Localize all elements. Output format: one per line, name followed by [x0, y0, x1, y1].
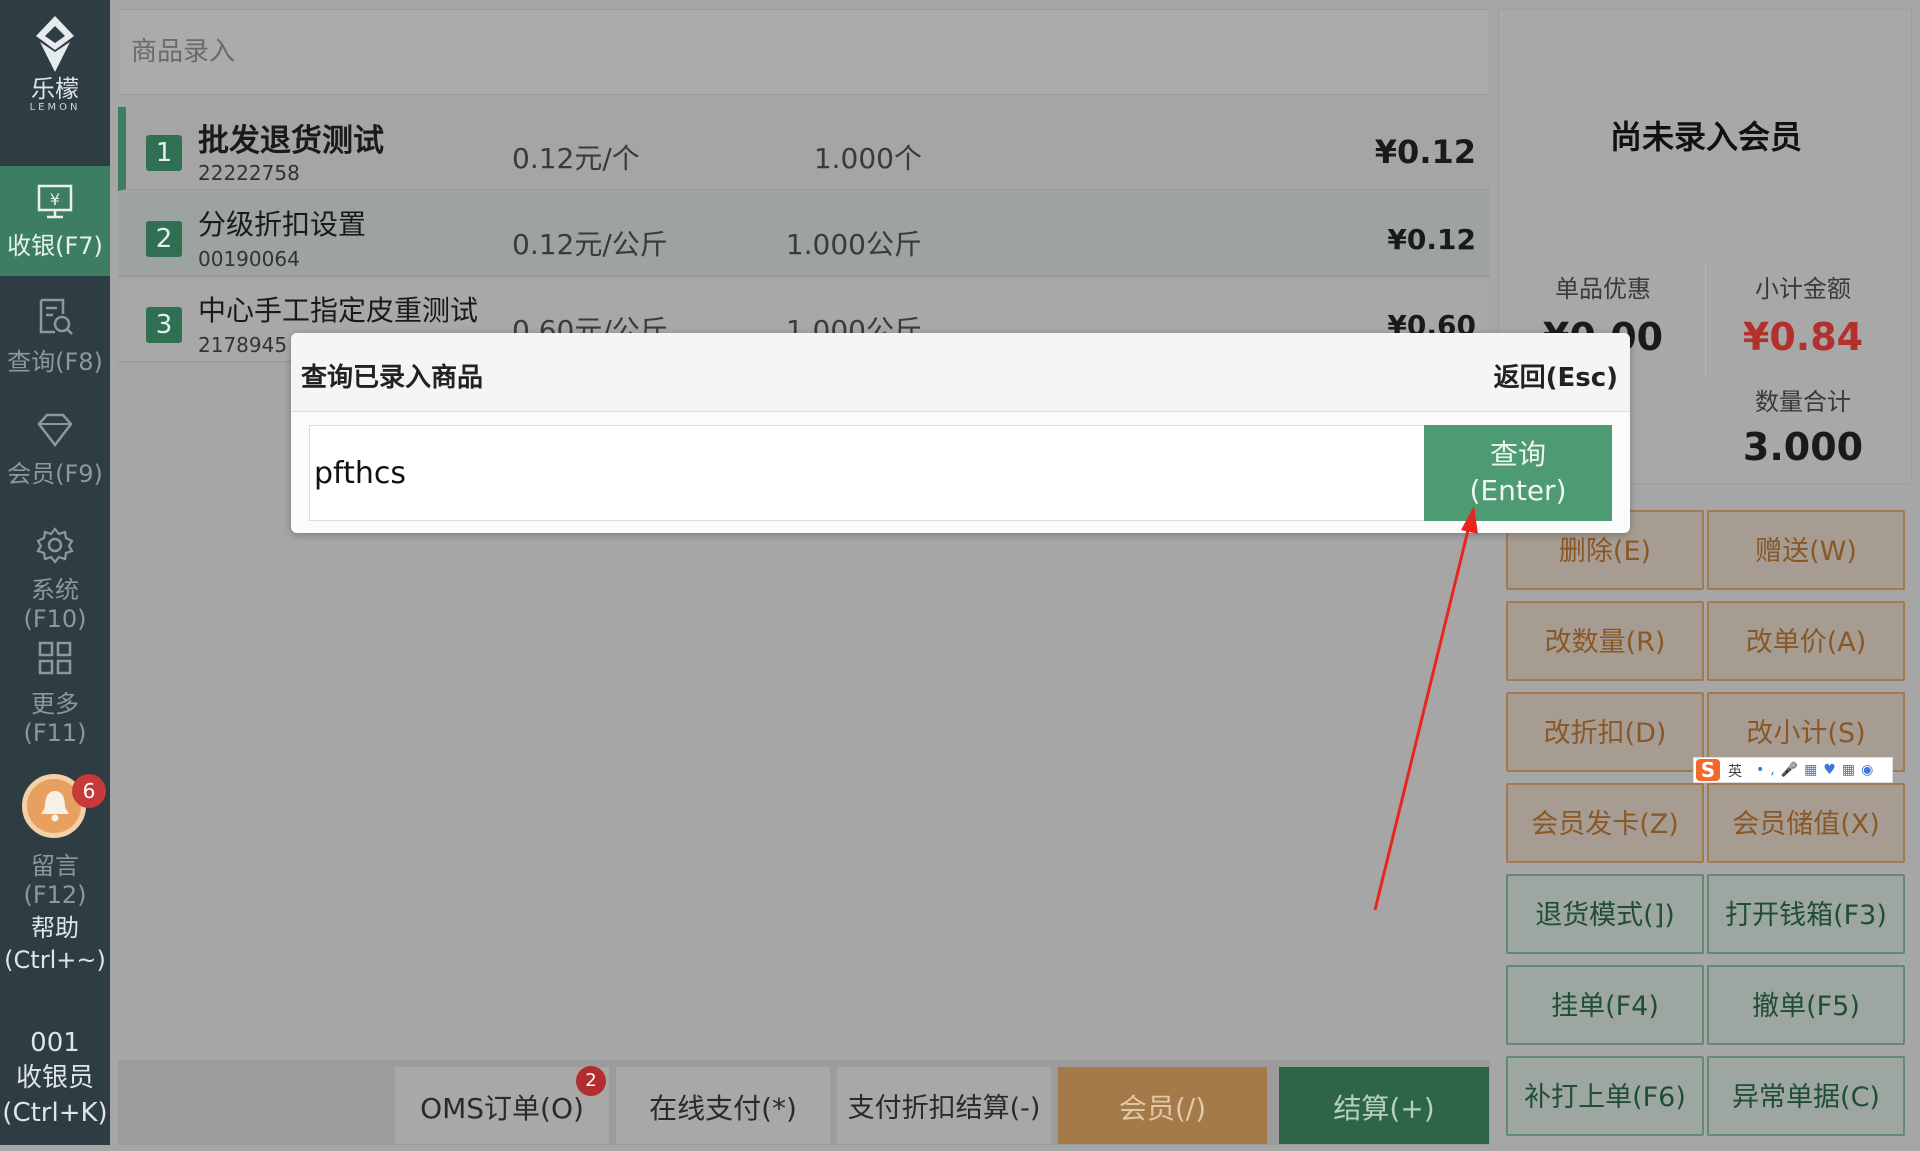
query-input[interactable]	[309, 425, 1427, 521]
sidebar-item-label: 更多(F11)	[23, 690, 87, 747]
cashier-role: 收银员	[15, 1063, 94, 1093]
gift-button[interactable]: 赠送(W)	[1707, 510, 1905, 590]
product-entry-bar[interactable]	[118, 9, 1490, 95]
cashier-id: 001	[30, 1028, 80, 1058]
member-issue-card-button[interactable]: 会员发卡(Z)	[1506, 783, 1704, 863]
query-button-shortcut: (Enter)	[1469, 474, 1567, 507]
member-status-title: 尚未录入会员	[1609, 118, 1802, 156]
sidebar-item-cashier[interactable]: ¥ 收银(F7)	[0, 166, 110, 276]
item-price: 0.12元/个	[512, 142, 640, 175]
member-button[interactable]: 会员(/)	[1057, 1066, 1268, 1145]
cashier-icon: ¥	[37, 184, 73, 219]
row-index: 3	[146, 307, 182, 343]
hold-order-button[interactable]: 挂单(F4)	[1506, 965, 1704, 1045]
cashier-shortcut: (Ctrl+K)	[2, 1098, 108, 1128]
sidebar-item-label: 查询(F8)	[7, 348, 103, 376]
cashier-info[interactable]: 001 收银员 (Ctrl+K)	[0, 1026, 110, 1131]
change-price-button[interactable]: 改单价(A)	[1707, 601, 1905, 681]
subtotal-value: ¥0.84	[1742, 315, 1864, 359]
grid-icon	[38, 641, 72, 675]
item-code: 22222758	[198, 161, 300, 185]
item-total: ¥0.12	[1387, 223, 1476, 256]
lemon-logo-icon	[36, 16, 74, 72]
row-index: 2	[146, 221, 182, 257]
subtotal-label: 小计金额	[1755, 275, 1851, 303]
table-row[interactable]: 1 批发退货测试 22222758 0.12元/个 1.000个 ¥0.12	[118, 107, 1490, 191]
row-index: 1	[146, 135, 182, 171]
reprint-last-button[interactable]: 补打上单(F6)	[1506, 1056, 1704, 1136]
search-doc-icon	[39, 298, 73, 335]
sidebar-item-system[interactable]: 系统(F10)	[0, 508, 110, 633]
sogou-ime-icon[interactable]: S	[1696, 759, 1720, 781]
qty-total-value: 3.000	[1742, 425, 1864, 469]
help-label: 帮助	[31, 914, 79, 942]
online-payment-button[interactable]: 在线支付(*)	[615, 1066, 831, 1145]
sidebar-item-message[interactable]: 留言(F12)	[0, 846, 110, 909]
sidebar-item-label: 会员(F9)	[7, 460, 103, 488]
item-code: 2178945	[198, 333, 288, 357]
cancel-order-button[interactable]: 撤单(F5)	[1707, 965, 1905, 1045]
table-row[interactable]: 2 分级折扣设置 00190064 0.12元/公斤 1.000公斤 ¥0.12	[118, 193, 1490, 277]
oms-count-badge: 2	[576, 1066, 606, 1096]
change-qty-button[interactable]: 改数量(R)	[1506, 601, 1704, 681]
return-mode-button[interactable]: 退货模式(])	[1506, 874, 1704, 954]
dialog-header: 查询已录入商品 返回(Esc)	[291, 333, 1630, 412]
brand-name-en: LEMON	[29, 102, 81, 113]
svg-text:¥: ¥	[50, 190, 60, 209]
sidebar-item-label: 收银(F7)	[7, 232, 103, 260]
item-price: 0.12元/公斤	[512, 228, 668, 261]
qty-total-label: 数量合计	[1755, 388, 1851, 416]
member-topup-button[interactable]: 会员储值(X)	[1707, 783, 1905, 863]
discount-label: 单品优惠	[1555, 275, 1651, 303]
item-qty: 1.000个	[813, 142, 922, 175]
sidebar-item-query[interactable]: 查询(F8)	[0, 280, 110, 390]
sidebar-item-more[interactable]: 更多(F11)	[0, 622, 110, 747]
message-count-badge: 6	[72, 774, 106, 808]
payment-discount-settle-button[interactable]: 支付折扣结算(-)	[836, 1066, 1052, 1145]
query-button-label: 查询	[1489, 438, 1546, 471]
settle-button[interactable]: 结算(+)	[1278, 1066, 1490, 1145]
sidebar-item-member[interactable]: 会员(F9)	[0, 394, 110, 504]
sidebar: 乐檬 LEMON ¥ 收银(F7) 查询(F8) 会员(F9) 系统(F10) …	[0, 0, 110, 1145]
diamond-icon	[37, 413, 73, 448]
item-name: 中心手工指定皮重测试	[198, 294, 479, 327]
help-shortcut: (Ctrl+~)	[4, 946, 106, 974]
gear-icon	[36, 527, 74, 564]
query-enter-button[interactable]: 查询 (Enter)	[1424, 425, 1612, 521]
dialog-title: 查询已录入商品	[301, 363, 484, 393]
back-esc-button[interactable]: 返回(Esc)	[1494, 357, 1618, 394]
brand-logo: 乐檬 LEMON	[0, 14, 110, 113]
change-discount-button[interactable]: 改折扣(D)	[1506, 692, 1704, 772]
item-total: ¥0.12	[1374, 133, 1476, 171]
item-name: 批发退货测试	[198, 123, 384, 159]
item-code: 00190064	[198, 247, 300, 271]
query-entered-items-dialog: 查询已录入商品 返回(Esc) 查询 (Enter)	[291, 333, 1630, 533]
ime-mode-label[interactable]: 英	[1728, 761, 1742, 781]
item-qty: 1.000公斤	[785, 228, 922, 261]
ime-toolbar[interactable]: S 英 •,🎤▦♥▦◉	[1693, 757, 1893, 783]
open-cash-drawer-button[interactable]: 打开钱箱(F3)	[1707, 874, 1905, 954]
ime-tool-icons[interactable]: •,🎤▦♥▦◉	[1756, 762, 1879, 778]
brand-name: 乐檬	[31, 75, 79, 103]
item-name: 分级折扣设置	[198, 208, 367, 241]
bell-icon	[41, 791, 69, 822]
product-entry-input[interactable]	[129, 36, 1133, 68]
abnormal-docs-button[interactable]: 异常单据(C)	[1707, 1056, 1905, 1136]
help-button[interactable]: 帮助 (Ctrl+~)	[0, 912, 110, 976]
